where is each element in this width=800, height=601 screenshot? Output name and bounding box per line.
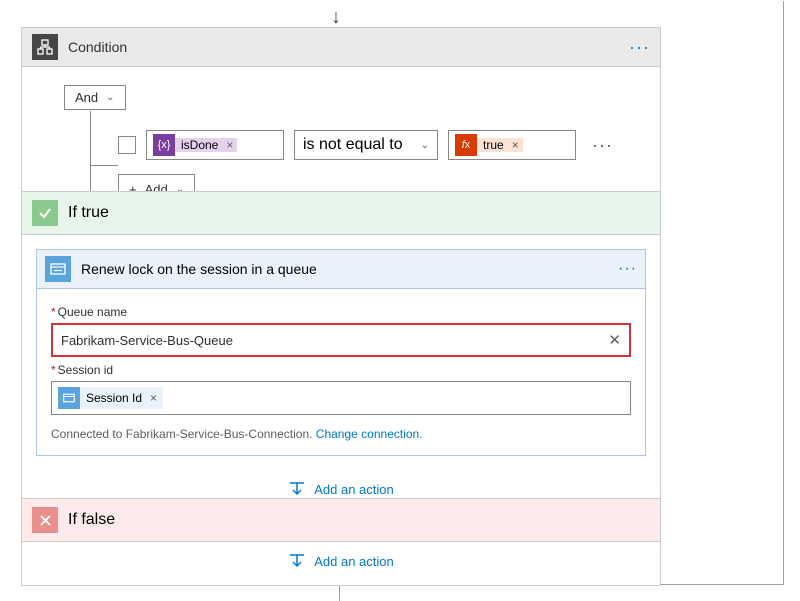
renew-lock-header[interactable]: Renew lock on the session in a queue ··· xyxy=(37,250,645,289)
condition-join-dropdown[interactable]: And ⌄ xyxy=(64,85,126,110)
renew-lock-title: Renew lock on the session in a queue xyxy=(81,261,618,277)
service-bus-icon xyxy=(58,387,80,409)
true-token[interactable]: fx true × xyxy=(455,134,523,156)
session-token-label: Session Id xyxy=(80,387,148,409)
remove-token-icon[interactable]: × xyxy=(148,387,163,409)
condition-join-label: And xyxy=(75,90,98,105)
token-label: true xyxy=(477,138,510,152)
if-false-header[interactable]: If false xyxy=(22,499,660,542)
renew-lock-card: Renew lock on the session in a queue ···… xyxy=(36,249,646,456)
if-false-card: If false Add an action xyxy=(21,498,661,586)
if-false-title: If false xyxy=(68,511,115,529)
close-icon xyxy=(32,507,58,533)
remove-token-icon[interactable]: × xyxy=(224,138,237,152)
add-action-label: Add an action xyxy=(314,554,394,569)
if-true-header[interactable]: If true xyxy=(22,192,660,235)
variable-icon: {x} xyxy=(153,134,175,156)
condition-more-icon[interactable]: ··· xyxy=(629,37,650,58)
condition-operator-dropdown[interactable]: is not equal to ⌄ xyxy=(294,130,438,160)
condition-row-checkbox[interactable] xyxy=(118,136,136,154)
connection-status: Connected to Fabrikam-Service-Bus-Connec… xyxy=(51,427,631,441)
insert-step-icon xyxy=(288,552,306,570)
operator-label: is not equal to xyxy=(303,136,403,154)
isdone-token[interactable]: {x} isDone × xyxy=(153,134,237,156)
queue-name-label: *Queue name xyxy=(51,305,631,319)
insert-step-icon xyxy=(288,480,306,498)
service-bus-icon xyxy=(45,256,71,282)
session-id-label: *Session id xyxy=(51,363,631,377)
function-icon: fx xyxy=(455,134,477,156)
condition-title: Condition xyxy=(68,39,629,55)
add-action-true-button[interactable]: Add an action xyxy=(288,480,394,498)
renew-more-icon[interactable]: ··· xyxy=(618,260,637,278)
add-action-label: Add an action xyxy=(314,482,394,497)
check-icon xyxy=(32,200,58,226)
if-true-card: If true Renew lock on the session in a q… xyxy=(21,191,661,514)
queue-name-input[interactable]: Fabrikam-Service-Bus-Queue ✕ xyxy=(51,323,631,357)
condition-right-input[interactable]: fx true × xyxy=(448,130,576,160)
clear-icon[interactable]: ✕ xyxy=(608,331,621,349)
flow-arrow-icon: ↓ xyxy=(331,6,341,29)
condition-left-input[interactable]: {x} isDone × xyxy=(146,130,284,160)
row-more-icon[interactable]: ··· xyxy=(592,135,613,156)
add-action-false-button[interactable]: Add an action xyxy=(288,552,394,570)
chevron-down-icon: ⌄ xyxy=(106,92,114,103)
queue-name-value: Fabrikam-Service-Bus-Queue xyxy=(61,333,233,348)
token-label: isDone xyxy=(175,138,224,152)
session-id-token[interactable]: Session Id × xyxy=(58,386,163,410)
condition-header[interactable]: Condition ··· xyxy=(22,28,660,67)
condition-icon xyxy=(32,34,58,60)
if-true-title: If true xyxy=(68,204,109,222)
chevron-down-icon: ⌄ xyxy=(421,140,429,151)
remove-token-icon[interactable]: × xyxy=(510,138,523,152)
session-id-input[interactable]: Session Id × xyxy=(51,381,631,415)
change-connection-link[interactable]: Change connection. xyxy=(316,427,423,441)
